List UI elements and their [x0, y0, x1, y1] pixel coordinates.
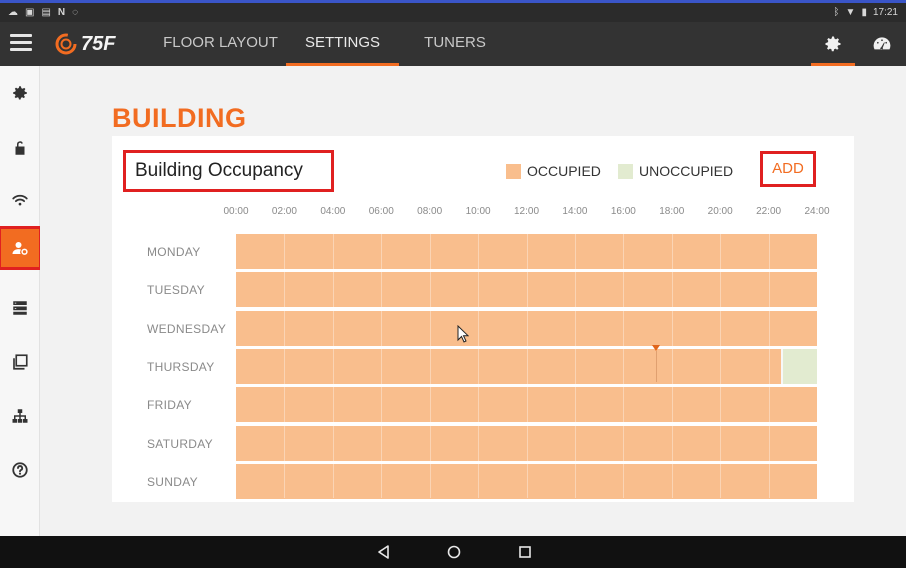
day-label: SUNDAY — [147, 474, 198, 489]
sidebar-item-security[interactable] — [0, 128, 40, 168]
occupancy-schedule-card: Building Occupancy OCCUPIED UNOCCUPIED A… — [112, 136, 854, 502]
legend-unoccupied: UNOCCUPIED — [618, 163, 733, 179]
hour-label: 20:00 — [707, 206, 733, 217]
mouse-cursor-icon — [457, 325, 469, 343]
day-label: SATURDAY — [147, 436, 213, 451]
settings-gear-icon[interactable] — [811, 34, 855, 66]
hour-label: 14:00 — [562, 206, 588, 217]
sync-icon: ◌ — [72, 7, 79, 18]
day-label: THURSDAY — [147, 359, 215, 374]
main-content: BUILDING Building Occupancy OCCUPIED UNO… — [40, 66, 906, 536]
sidebar-item-network[interactable] — [0, 396, 40, 436]
sidebar-item-copy[interactable] — [0, 342, 40, 382]
schedule-title: Building Occupancy — [123, 150, 334, 192]
copy-icon — [13, 354, 28, 370]
status-time: 17:21 — [872, 7, 898, 18]
unlock-icon — [15, 141, 25, 155]
user-settings-icon — [12, 242, 28, 255]
hour-label: 18:00 — [659, 206, 685, 217]
hour-label: 12:00 — [513, 206, 540, 217]
logo-text: 75F — [81, 32, 116, 55]
occupied-swatch — [506, 163, 521, 179]
occupied-block[interactable] — [236, 387, 817, 423]
tab-floor-layout[interactable]: FLOOR LAYOUT — [163, 22, 278, 66]
sidebar-item-wifi[interactable] — [0, 180, 40, 220]
add-schedule-button[interactable]: ADD — [760, 151, 816, 187]
day-label: TUESDAY — [147, 283, 205, 298]
occupied-block[interactable] — [236, 234, 817, 269]
recents-icon[interactable] — [517, 544, 533, 560]
system-nav-bar — [0, 536, 906, 568]
status-icons-right: ᛒ ▼ ▮ 17:21 — [834, 6, 898, 19]
tab-settings[interactable]: SETTINGS — [286, 22, 399, 66]
hour-label: 06:00 — [368, 206, 394, 217]
logo-mark-icon — [55, 33, 77, 55]
tab-tuners[interactable]: TUNERS — [417, 22, 493, 66]
hour-label: 04:00 — [320, 206, 346, 217]
hour-label: 02:00 — [271, 206, 297, 217]
sidebar-item-general[interactable] — [0, 73, 40, 113]
server-icon — [13, 301, 27, 315]
menu-icon[interactable] — [10, 34, 32, 52]
hour-label: 22:00 — [756, 206, 782, 217]
day-label: FRIDAY — [147, 398, 192, 413]
hour-label: 10:00 — [465, 206, 491, 217]
status-bar: ☁ ▣ ▤ N ◌ ᛒ ▼ ▮ 17:21 — [0, 0, 906, 22]
wifi-icon — [12, 194, 28, 206]
day-label: WEDNESDAY — [147, 321, 227, 336]
app-bar: 75F FLOOR LAYOUT SETTINGS TUNERS — [0, 22, 906, 66]
hour-label: 00:00 — [223, 206, 249, 217]
occupied-block[interactable] — [236, 463, 817, 499]
legend-unoccupied-label: UNOCCUPIED — [639, 163, 734, 179]
sidebar-item-storage[interactable] — [0, 288, 40, 328]
hour-label: 16:00 — [610, 206, 636, 217]
home-icon[interactable] — [446, 544, 462, 560]
occupied-block[interactable] — [236, 272, 817, 308]
app-root: ☁ ▣ ▤ N ◌ ᛒ ▼ ▮ 17:21 75F FLOOR LAYOUT S… — [0, 0, 906, 568]
hour-label: 24:00 — [804, 206, 830, 217]
occupied-block[interactable] — [236, 425, 817, 461]
status-icons-left: ☁ ▣ ▤ N ◌ — [8, 6, 78, 19]
image-icon: ▣ — [25, 7, 35, 18]
occupied-block[interactable] — [236, 310, 817, 346]
legend-occupied-label: OCCUPIED — [527, 163, 601, 179]
unoccupied-swatch — [618, 163, 633, 179]
back-icon[interactable] — [376, 544, 392, 560]
occupied-block[interactable] — [236, 348, 781, 384]
document-icon: ▤ — [41, 7, 51, 18]
page-title: BUILDING — [112, 103, 247, 133]
n-icon: N — [57, 7, 66, 18]
network-icon — [12, 409, 28, 423]
current-time-line — [656, 350, 657, 382]
unoccupied-block[interactable] — [782, 348, 817, 384]
sidebar — [0, 66, 42, 536]
sidebar-item-building[interactable] — [0, 226, 42, 270]
dashboard-gauge-icon[interactable] — [872, 34, 892, 54]
sidebar-item-help[interactable] — [0, 450, 40, 490]
hour-label: 08:00 — [417, 206, 443, 217]
wifi-status-icon: ▼ — [845, 7, 856, 18]
logo: 75F — [55, 31, 115, 57]
bluetooth-icon: ᛒ — [833, 7, 840, 18]
cloud-icon: ☁ — [8, 7, 18, 18]
legend-occupied: OCCUPIED — [506, 163, 601, 179]
battery-icon: ▮ — [861, 7, 867, 18]
day-label: MONDAY — [147, 245, 201, 259]
gear-icon — [13, 86, 27, 100]
help-icon — [12, 462, 28, 478]
